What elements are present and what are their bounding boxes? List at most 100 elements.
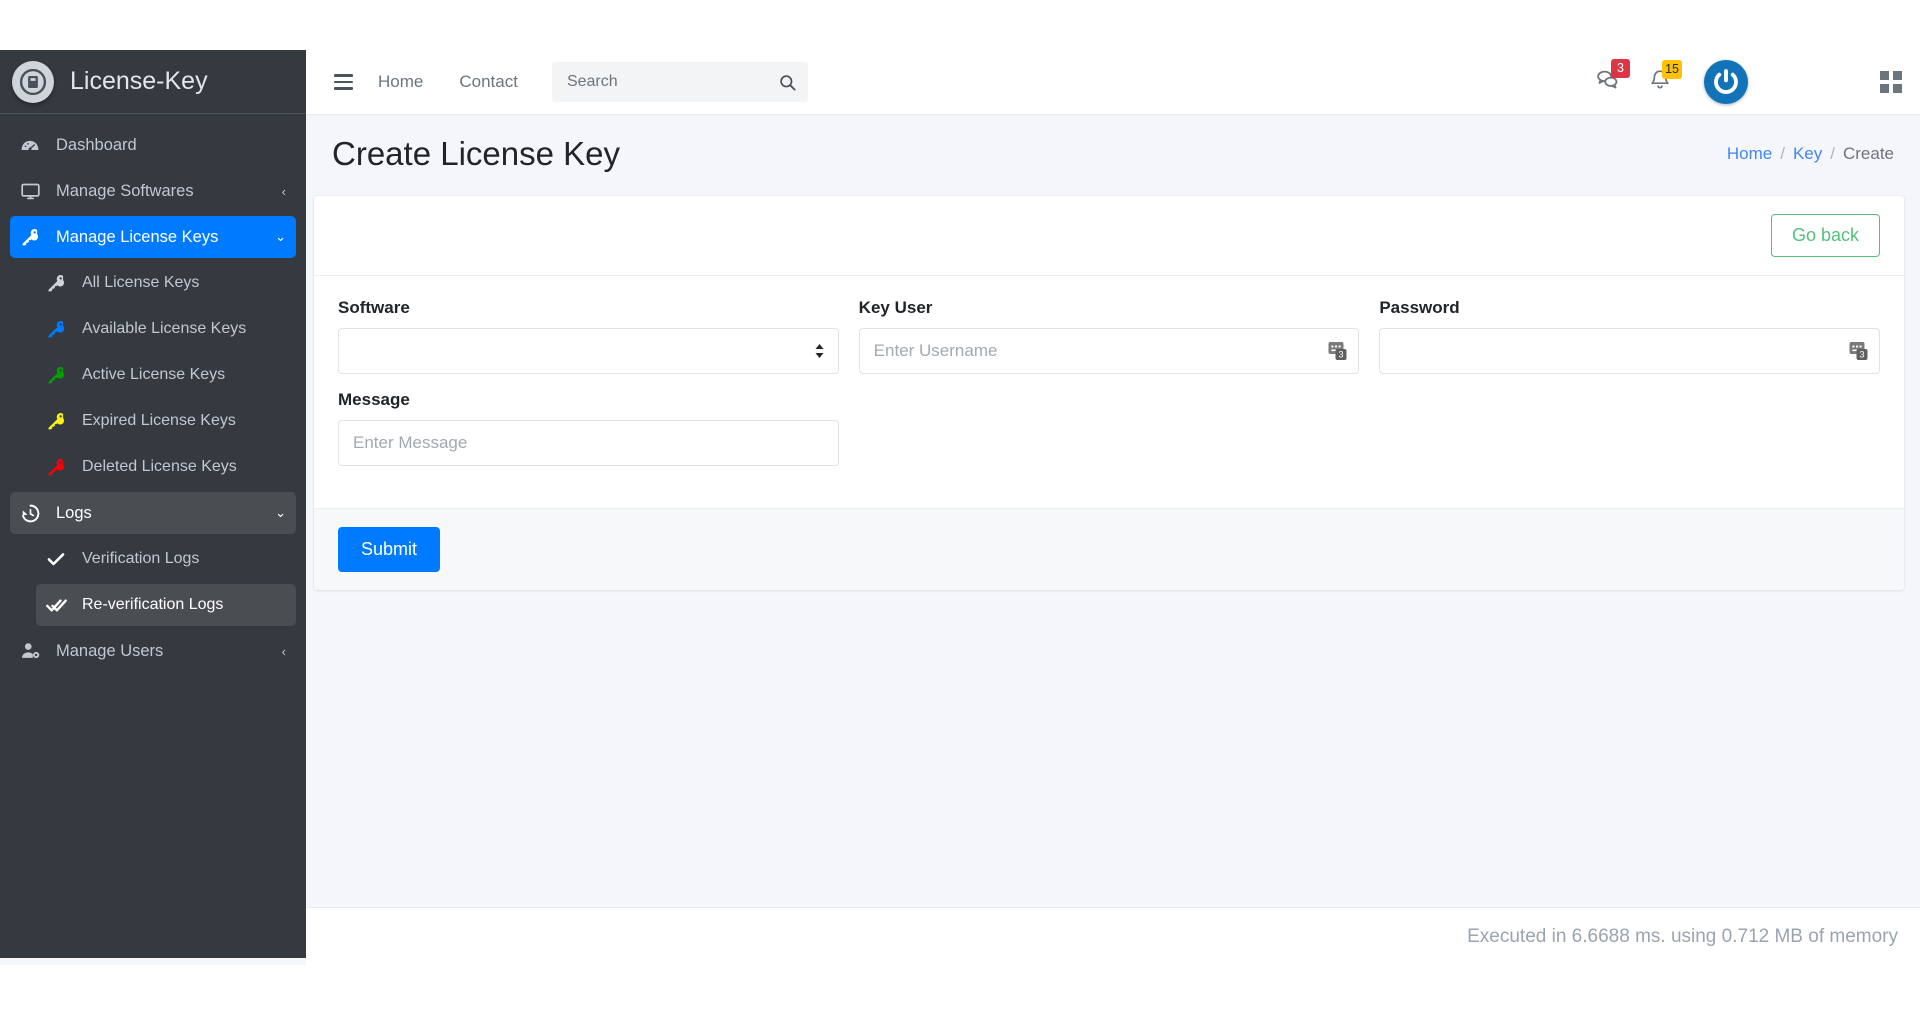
- sidebar-item-label: Deleted License Keys: [82, 458, 237, 475]
- double-check-icon: [46, 595, 72, 616]
- submit-button[interactable]: Submit: [338, 526, 441, 572]
- key-icon-grey: [46, 273, 72, 293]
- breadcrumb-separator: /: [1780, 143, 1785, 163]
- sidebar-item-available-license-keys[interactable]: Available License Keys: [36, 308, 296, 350]
- sidebar-item-expired-license-keys[interactable]: Expired License Keys: [36, 400, 296, 442]
- create-license-key-card: Go back Software Key User Enter Username…: [314, 195, 1904, 590]
- sidebar-item-manage-license-keys[interactable]: Manage License Keys ⌄: [10, 216, 296, 258]
- sidebar-item-dashboard[interactable]: Dashboard: [10, 124, 296, 166]
- spacer-col-2: [1379, 390, 1880, 482]
- sidebar-item-manage-softwares[interactable]: Manage Softwares ‹: [10, 170, 296, 212]
- main-content: Create License Key Home / Key / Create G…: [306, 114, 1920, 907]
- field-message: Message: [338, 390, 839, 466]
- software-select[interactable]: [338, 327, 839, 374]
- key-icon-red: [46, 457, 72, 477]
- sidebar-item-label: Manage License Keys: [56, 227, 219, 246]
- software-select-wrap: [338, 327, 839, 374]
- navbar-link-contact[interactable]: Contact: [441, 64, 536, 100]
- form-row-1: Software Key User Enter Username 3 Passw…: [338, 297, 1881, 390]
- top-navbar: Home Contact 3: [306, 50, 1920, 114]
- field-key-user: Key User 3: [858, 297, 1360, 374]
- content-header: Create License Key Home / Key / Create: [306, 114, 1920, 188]
- grid-apps-icon[interactable]: [1880, 71, 1902, 93]
- chevron-left-icon: ‹: [281, 643, 286, 659]
- key-icon-yellow: [46, 411, 72, 431]
- card-header: Go back: [314, 196, 1904, 276]
- notifications-button[interactable]: 15: [1634, 58, 1686, 107]
- key-user-input[interactable]: [858, 327, 1360, 374]
- chevron-down-icon: ⌄: [275, 229, 286, 244]
- sidebar-submenu-license-keys: All License Keys Available License Keys: [10, 262, 296, 488]
- sidebar-item-logs[interactable]: Logs ⌄: [10, 492, 296, 534]
- sidebar-item-manage-users[interactable]: Manage Users ‹: [10, 630, 296, 672]
- breadcrumb-separator: /: [1830, 143, 1835, 163]
- field-software: Software: [338, 298, 839, 374]
- password-label: Password: [1379, 297, 1460, 317]
- navbar-left: Home Contact: [306, 62, 808, 102]
- sidebar-item-label: Re-verification Logs: [82, 596, 224, 613]
- browser-chrome-bottom: [0, 965, 1920, 1014]
- sidebar-item-label: Logs: [56, 503, 92, 522]
- field-password: Password 3: [1379, 297, 1881, 374]
- password-input[interactable]: [1379, 327, 1881, 374]
- key-icon: [20, 227, 46, 247]
- sidebar-nav: Dashboard Manage Softwares ‹ Manage Lice…: [0, 114, 306, 672]
- chevron-down-icon: ⌄: [275, 505, 286, 520]
- page-title: Create License Key: [332, 135, 620, 172]
- key-icon-green: [46, 365, 72, 385]
- sidebar-item-all-license-keys[interactable]: All License Keys: [36, 262, 296, 304]
- app-logo-icon: [12, 60, 54, 103]
- sidebar-item-label: Manage Softwares: [56, 181, 194, 200]
- browser-chrome-top: [0, 0, 1920, 50]
- key-icon-blue: [46, 319, 72, 339]
- breadcrumb-home[interactable]: Home: [1727, 144, 1772, 164]
- sidebar-item-label: Expired License Keys: [82, 412, 236, 429]
- check-icon: [46, 549, 72, 569]
- user-cog-icon: [20, 640, 46, 662]
- key-user-label: Key User: [858, 297, 933, 317]
- messages-button[interactable]: 3: [1581, 57, 1634, 107]
- spacer-col-1: [859, 390, 1360, 482]
- notifications-badge: 15: [1662, 59, 1682, 79]
- key-user-input-wrap: 3: [858, 327, 1360, 374]
- sidebar-item-label: Manage Users: [56, 641, 164, 660]
- breadcrumb: Home / Key / Create: [1727, 144, 1894, 164]
- monitor-icon: [20, 181, 46, 202]
- sidebar-item-label: Available License Keys: [82, 320, 247, 337]
- dashboard-gauge-icon: [20, 135, 46, 155]
- sidebar-item-deleted-license-keys[interactable]: Deleted License Keys: [36, 446, 296, 488]
- brand-header[interactable]: License-Key: [0, 50, 306, 114]
- sidebar-submenu-logs: Verification Logs Re-verification Logs: [10, 538, 296, 626]
- sidebar-item-label: Dashboard: [56, 135, 137, 154]
- software-label: Software: [338, 297, 410, 317]
- power-avatar-icon[interactable]: [1704, 60, 1748, 104]
- messages-badge: 3: [1611, 59, 1630, 78]
- hamburger-icon[interactable]: [326, 67, 360, 97]
- navbar-right: 3 15: [1581, 57, 1920, 107]
- navbar-link-home[interactable]: Home: [360, 64, 441, 100]
- sidebar-item-active-license-keys[interactable]: Active License Keys: [36, 354, 296, 396]
- breadcrumb-key[interactable]: Key: [1793, 144, 1822, 164]
- password-input-wrap: 3: [1379, 327, 1881, 374]
- history-clock-icon: [20, 503, 46, 524]
- page-footer: Executed in 6.6688 ms. using 0.712 MB of…: [306, 907, 1920, 965]
- message-input[interactable]: [338, 419, 839, 466]
- search-input[interactable]: [564, 72, 776, 92]
- card-body: Software Key User Enter Username 3 Passw…: [314, 276, 1904, 508]
- footer-text: Executed in 6.6688 ms. using 0.712 MB of…: [1467, 925, 1898, 947]
- go-back-button[interactable]: Go back: [1770, 213, 1880, 257]
- sidebar-item-label: Verification Logs: [82, 550, 200, 567]
- message-label: Message: [338, 389, 410, 409]
- card-footer: Submit: [314, 507, 1904, 590]
- brand-name: License-Key: [70, 67, 208, 95]
- sidebar-item-re-verification-logs[interactable]: Re-verification Logs: [36, 584, 296, 626]
- chevron-left-icon: ‹: [281, 183, 286, 199]
- search-box[interactable]: [551, 62, 808, 102]
- sidebar-item-label: All License Keys: [82, 274, 200, 291]
- sidebar: License-Key Dashboard Manage Softwares ‹…: [0, 50, 306, 958]
- breadcrumb-current: Create: [1842, 143, 1894, 163]
- search-icon[interactable]: [776, 73, 799, 92]
- form-row-2: Message: [338, 390, 1880, 482]
- sidebar-item-label: Active License Keys: [82, 366, 226, 383]
- sidebar-item-verification-logs[interactable]: Verification Logs: [36, 538, 296, 580]
